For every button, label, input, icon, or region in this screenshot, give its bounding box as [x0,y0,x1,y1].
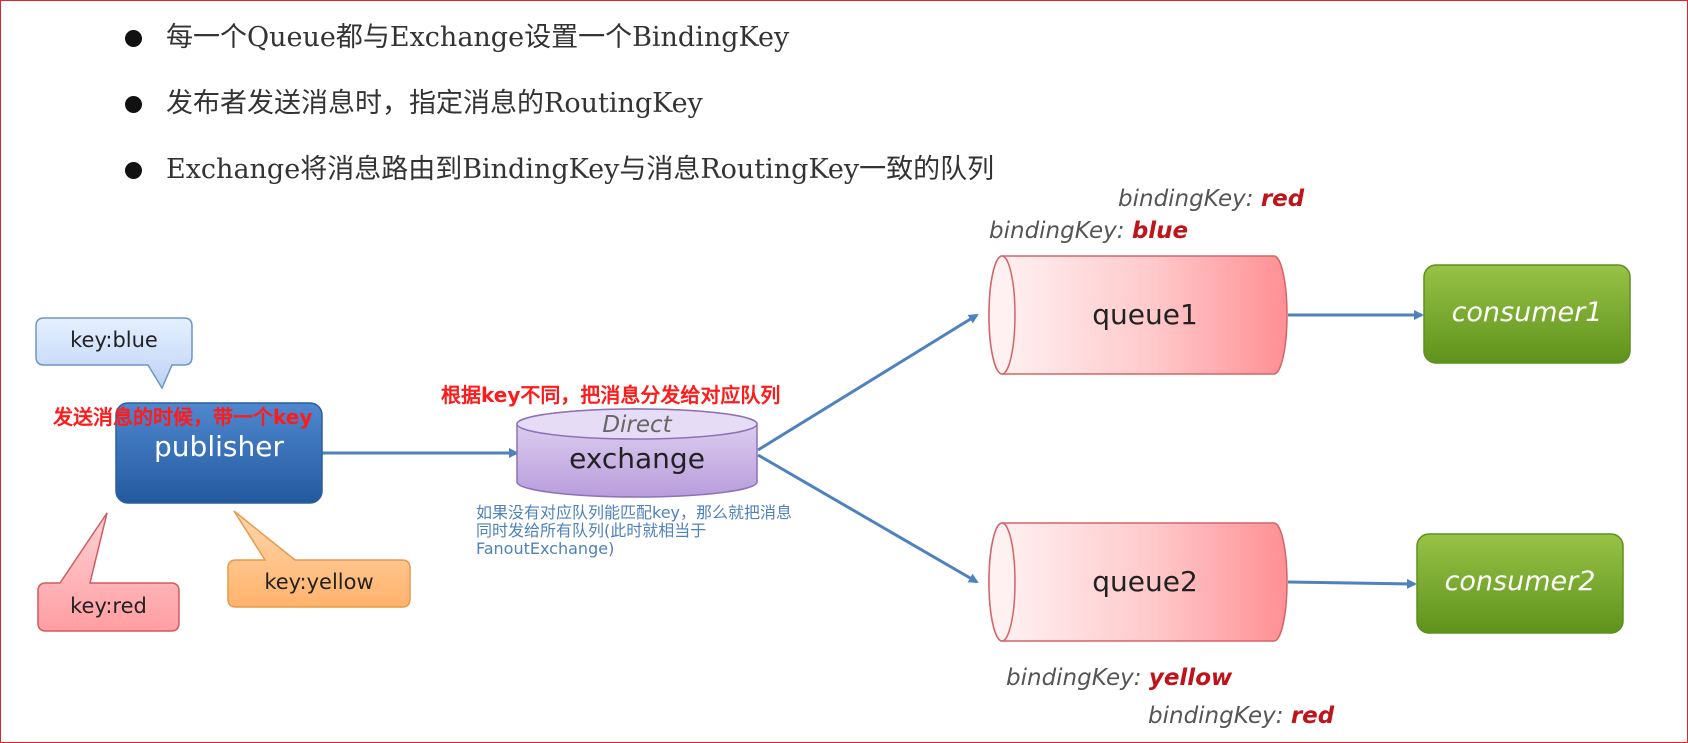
arrow-exchange-queue1 [757,313,979,452]
queue2-label: queue2 [1092,565,1198,598]
queue1-end-ellipse [988,255,1016,375]
binding-key-label: bindingKey: [989,218,1132,244]
binding-key-value: red [1260,186,1305,212]
consumer1-label: consumer1 [1451,297,1603,328]
binding-key-queue2-red: bindingKey: red [1148,703,1334,729]
binding-key-queue2-yellow: bindingKey: yellow [1006,665,1232,691]
callout-yellow-label: key:yellow [264,570,374,594]
binding-key-queue1-blue: bindingKey: blue [989,218,1188,244]
binding-key-value: red [1290,703,1335,729]
binding-key-label: bindingKey: [1006,665,1149,691]
exchange-note: 根据key不同，把消息分发给对应队列 [441,383,781,407]
publisher-note: 发送消息的时候，带一个key [53,405,313,429]
binding-key-value: yellow [1148,665,1233,691]
exchange-label: exchange [569,442,705,475]
queue2-end-ellipse [988,522,1016,642]
binding-key-label: bindingKey: [1148,703,1291,729]
diagram-canvas [35,255,1631,642]
callout-blue-label: key:blue [70,328,158,352]
binding-key-label: bindingKey: [1118,186,1261,212]
binding-key-queue1-red: bindingKey: red [1118,186,1304,212]
consumer2-label: consumer2 [1444,566,1596,597]
callout-red-label: key:red [70,594,147,618]
exchange-type-label: Direct [602,412,672,438]
queue1-label: queue1 [1092,298,1198,331]
binding-key-value: blue [1131,218,1189,244]
fallback-note: 如果没有对应队列能匹配key，那么就把消息同时发给所有队列(此时就相当于Fano… [476,503,793,558]
arrow-queue2-consumer2 [1287,578,1417,589]
publisher-label: publisher [154,430,284,463]
